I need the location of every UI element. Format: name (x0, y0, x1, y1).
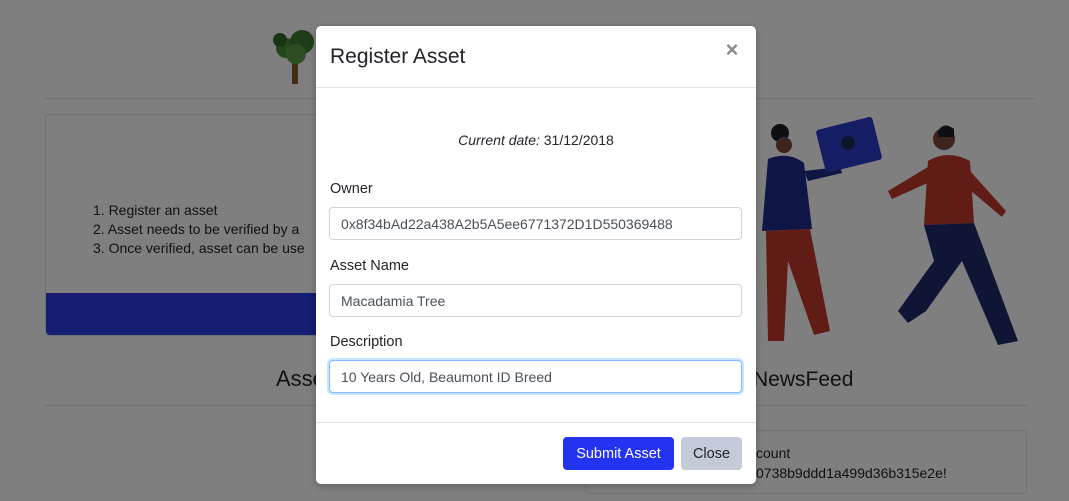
close-icon[interactable]: × (722, 39, 742, 61)
modal-title: Register Asset (330, 45, 466, 68)
owner-input[interactable] (329, 207, 742, 240)
description-label: Description (330, 334, 403, 350)
current-date-label: Current date: (458, 132, 540, 148)
current-date: Current date: 31/12/2018 (316, 132, 756, 148)
owner-label: Owner (330, 181, 373, 197)
asset-name-label: Asset Name (330, 258, 409, 274)
submit-asset-button[interactable]: Submit Asset (563, 437, 674, 470)
close-button[interactable]: Close (681, 437, 742, 470)
modal-footer: Submit Asset Close (316, 422, 756, 484)
register-asset-modal: Register Asset × Current date: 31/12/201… (316, 26, 756, 484)
modal-header: Register Asset × (316, 26, 756, 88)
current-date-value: 31/12/2018 (543, 132, 614, 148)
asset-name-input[interactable] (329, 284, 742, 317)
description-input[interactable] (329, 360, 742, 393)
